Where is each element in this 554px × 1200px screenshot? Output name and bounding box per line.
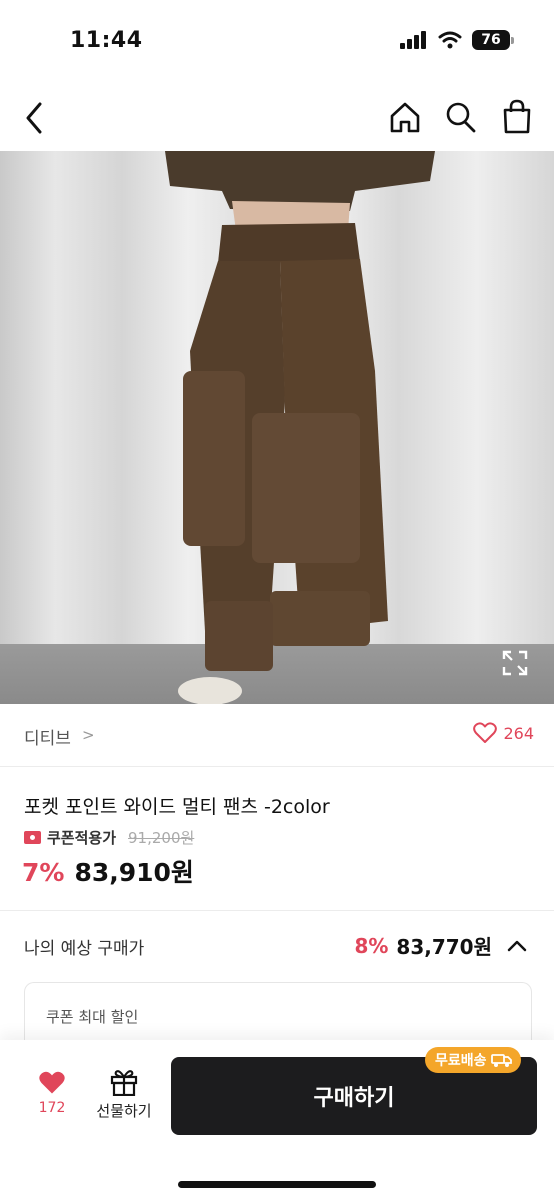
nav-actions xyxy=(388,98,534,136)
estimated-price-label: 나의 예상 구매가 xyxy=(24,939,145,959)
price-row: 7% 83,910원 xyxy=(22,853,194,889)
divider xyxy=(0,766,554,767)
estimated-price: 83,770원 xyxy=(396,935,492,959)
coupon-label: 쿠폰적용가 xyxy=(47,829,117,847)
divider xyxy=(0,910,554,911)
free-shipping-label: 무료배송 xyxy=(435,1053,487,1069)
like-button[interactable]: 172 xyxy=(30,1070,74,1116)
coupon-max-discount-label: 쿠폰 최대 할인 xyxy=(46,1008,139,1026)
chevron-up-icon xyxy=(507,940,527,951)
brand-name[interactable]: 디티브 xyxy=(24,724,71,749)
home-icon xyxy=(390,102,420,133)
wishlist-count[interactable]: 264 xyxy=(473,722,534,744)
estimated-discount: 8% xyxy=(354,933,389,958)
chevron-right-icon: > xyxy=(82,726,95,744)
status-time: 11:44 xyxy=(70,28,143,53)
product-title: 포켓 포인트 와이드 멀티 팬츠 -2color xyxy=(24,796,330,818)
expand-icon xyxy=(502,650,528,676)
status-icons: 76 xyxy=(400,30,514,50)
coupon-price-row: 쿠폰적용가 91,200원 xyxy=(24,827,194,848)
heart-filled-icon xyxy=(39,1071,65,1094)
home-indicator xyxy=(178,1181,376,1188)
signal-icon xyxy=(400,31,426,49)
chevron-left-icon xyxy=(26,102,42,134)
home-button[interactable] xyxy=(388,98,422,136)
like-count: 172 xyxy=(38,1100,66,1116)
gift-button[interactable]: 선물하기 xyxy=(92,1068,156,1121)
product-image[interactable] xyxy=(0,151,554,704)
search-icon xyxy=(446,102,476,133)
discount-rate: 7% xyxy=(22,858,65,887)
fullscreen-button[interactable] xyxy=(502,650,528,676)
search-button[interactable] xyxy=(444,98,478,136)
original-price: 91,200원 xyxy=(128,829,195,847)
sale-price: 83,910원 xyxy=(74,858,194,887)
gift-label: 선물하기 xyxy=(96,1102,152,1120)
free-shipping-badge: 무료배송 xyxy=(425,1047,521,1073)
truck-icon xyxy=(490,1054,512,1067)
shopping-bag-icon xyxy=(503,99,531,134)
gift-icon xyxy=(110,1070,138,1096)
heart-outline-icon xyxy=(473,722,498,743)
wifi-icon xyxy=(438,31,462,49)
battery-indicator: 76 xyxy=(472,30,514,50)
back-button[interactable] xyxy=(18,98,54,138)
estimated-price-toggle[interactable]: 8% 83,770원 xyxy=(354,931,528,960)
pants-illustration xyxy=(165,151,435,704)
coupon-icon xyxy=(24,831,41,844)
wishlist-count-label: 264 xyxy=(503,723,534,743)
cart-button[interactable] xyxy=(500,98,534,136)
